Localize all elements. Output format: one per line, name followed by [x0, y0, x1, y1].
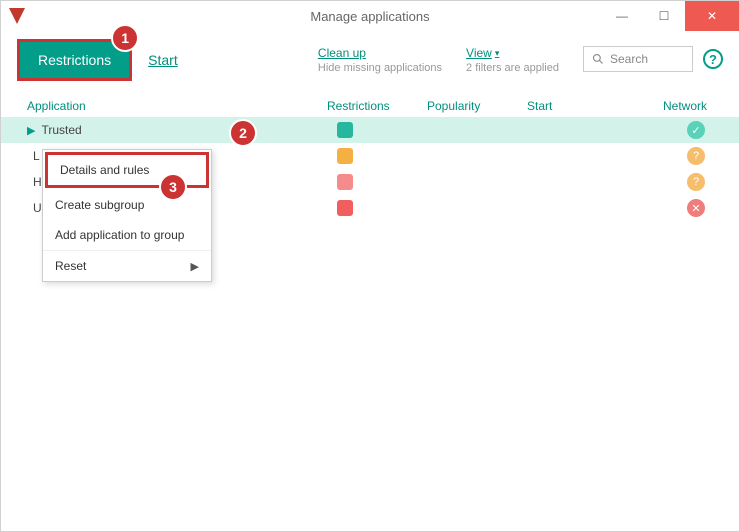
window-title: Manage applications — [310, 9, 429, 24]
col-network[interactable]: Network — [663, 99, 723, 113]
search-input[interactable]: Search — [583, 46, 693, 72]
search-icon — [592, 53, 604, 65]
col-start[interactable]: Start — [527, 99, 627, 113]
col-popularity[interactable]: Popularity — [427, 99, 527, 113]
app-name: U — [33, 201, 42, 215]
restrictions-button-label: Restrictions — [38, 52, 111, 68]
context-menu: Details and rules Create subgroup Add ap… — [42, 149, 212, 282]
toolbar-right: Clean up Hide missing applications View … — [318, 46, 723, 74]
table-header: Application Restrictions Popularity Star… — [1, 95, 739, 117]
menu-item-label: Details and rules — [60, 163, 149, 177]
network-unknown-icon: ? — [687, 147, 705, 165]
kaspersky-logo-icon — [9, 8, 25, 24]
menu-item-add-application[interactable]: Add application to group — [43, 220, 211, 250]
view-link-label: View — [466, 46, 492, 60]
restrictions-button[interactable]: Restrictions 1 — [17, 39, 132, 81]
app-name: Trusted — [41, 123, 81, 137]
start-link[interactable]: Start — [148, 52, 178, 68]
help-button[interactable]: ? — [703, 49, 723, 69]
restriction-cell — [327, 200, 427, 216]
view-sub: 2 filters are applied — [466, 62, 559, 74]
network-unknown-icon: ? — [687, 173, 705, 191]
toolbar: Restrictions 1 Start Clean up Hide missi… — [1, 31, 739, 95]
callout-1: 1 — [111, 24, 139, 52]
chevron-down-icon: ▾ — [495, 48, 500, 59]
view-link[interactable]: View ▾ — [466, 46, 559, 60]
callout-2: 2 — [229, 119, 257, 147]
view-block[interactable]: View ▾ 2 filters are applied — [466, 46, 559, 74]
minimize-button[interactable]: — — [601, 1, 643, 31]
menu-item-label: Add application to group — [55, 228, 184, 242]
col-spacer — [627, 99, 663, 113]
restriction-cell — [327, 148, 427, 164]
restriction-cell — [327, 122, 427, 138]
titlebar: Manage applications — ☐ ✕ — [1, 1, 739, 31]
maximize-button[interactable]: ☐ — [643, 1, 685, 31]
app-name: L — [33, 149, 40, 163]
window-controls: — ☐ ✕ — [601, 1, 739, 31]
restriction-square-icon — [337, 200, 353, 216]
search-placeholder: Search — [610, 52, 648, 66]
cleanup-block[interactable]: Clean up Hide missing applications — [318, 46, 442, 74]
restriction-square-icon — [337, 174, 353, 190]
menu-item-reset[interactable]: Reset ▶ — [43, 250, 211, 281]
menu-item-create-subgroup[interactable]: Create subgroup — [43, 190, 211, 220]
callout-3: 3 — [159, 173, 187, 201]
chevron-right-icon: ▶ — [191, 260, 199, 273]
cleanup-sub: Hide missing applications — [318, 62, 442, 74]
menu-item-label: Create subgroup — [55, 198, 144, 212]
table-row-trusted[interactable]: ▶ Trusted ✓ — [1, 117, 739, 143]
network-blocked-icon: ✕ — [687, 199, 705, 217]
app-name: H — [33, 175, 42, 189]
restriction-square-icon — [337, 122, 353, 138]
app-cell: ▶ Trusted — [27, 123, 327, 137]
restriction-square-icon — [337, 148, 353, 164]
menu-item-label: Reset — [55, 259, 86, 273]
col-restrictions[interactable]: Restrictions — [327, 99, 427, 113]
cleanup-link[interactable]: Clean up — [318, 46, 442, 60]
restriction-cell — [327, 174, 427, 190]
network-ok-icon: ✓ — [687, 121, 705, 139]
search-wrap: Search ? — [583, 46, 723, 72]
close-button[interactable]: ✕ — [685, 1, 739, 31]
col-application[interactable]: Application — [27, 99, 327, 113]
expand-caret-icon[interactable]: ▶ — [27, 124, 35, 137]
